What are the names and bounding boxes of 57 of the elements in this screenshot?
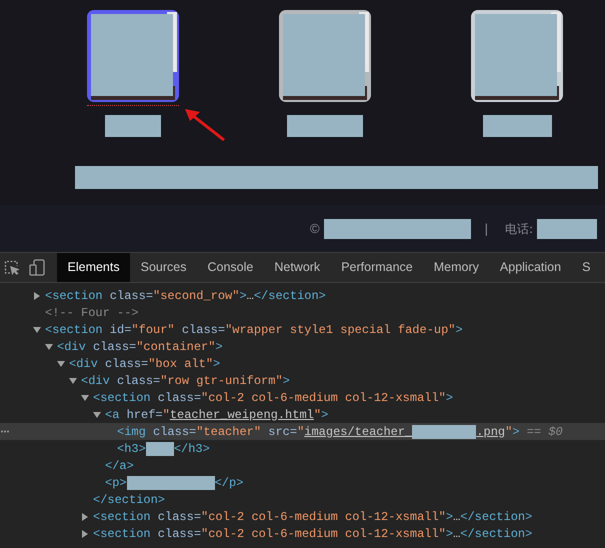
copyright-symbol: © — [310, 220, 320, 238]
phone-label: 电话: — [504, 220, 534, 238]
devtools-tab[interactable]: S — [572, 253, 601, 282]
expanded-caret-icon[interactable] — [93, 410, 101, 418]
redaction-block — [482, 115, 552, 137]
devtools-tab[interactable]: Sources — [130, 253, 197, 282]
tree-row[interactable]: <section class="col-2 col-6-medium col-12-xsmall">…</section> — [0, 525, 605, 542]
tree-row[interactable]: <h3> </h3> — [0, 440, 605, 457]
selected-tree-row[interactable]: <img class="teacher" src="images/teacher_ .png"> == $0 — [0, 423, 605, 440]
devtools-tab[interactable]: Elements — [57, 253, 130, 282]
code-line: <!-- Four --> — [45, 304, 139, 322]
tree-row[interactable]: <a href="teacher_weipeng.html"> — [0, 406, 605, 423]
more-dots-icon[interactable] — [1, 430, 9, 433]
redaction-block — [537, 218, 598, 238]
code-line: <a href="teacher_weipeng.html"> — [105, 406, 328, 424]
expanded-caret-icon[interactable] — [57, 360, 65, 368]
expanded-caret-icon[interactable] — [69, 376, 77, 384]
collapsed-caret-icon[interactable] — [33, 292, 41, 300]
code-line: </a> — [105, 458, 134, 474]
collapsed-caret-icon[interactable] — [81, 530, 89, 538]
device-toolbar-icon[interactable] — [29, 259, 45, 276]
tree-row[interactable]: <section class="col-2 col-6-medium col-12-xsmall">…</section> — [0, 508, 605, 525]
arrow-icon — [184, 107, 226, 141]
devtools-tab[interactable]: Console — [196, 253, 264, 282]
tree-row[interactable]: <section id="four" class="wrapper style1 special fade-up"> — [0, 321, 605, 338]
code-line: <p> </p> — [105, 474, 244, 492]
redaction-block — [105, 115, 161, 137]
tree-row[interactable]: <div class="container"> — [0, 338, 605, 355]
code-line: <div class="box alt"> — [69, 356, 220, 372]
tree-row[interactable]: <section class="col-2 col-6-medium col-12-xsmall"> — [0, 389, 605, 406]
tree-row[interactable]: <p> </p> — [0, 474, 605, 491]
code-line: <div class="row gtr-uniform"> — [81, 372, 290, 390]
devtools-tab[interactable]: Application — [489, 253, 572, 282]
code-line: <section id="four" class="wrapper style1 special fade-up"> — [45, 322, 463, 338]
devtools-tab[interactable]: Network — [264, 253, 331, 282]
tree-row[interactable]: <!-- Four --> — [0, 304, 605, 321]
tree-row[interactable]: <div class="box alt"> — [0, 355, 605, 372]
expanded-caret-icon[interactable] — [81, 394, 89, 402]
code-line: <section class="col-2 col-6-medium col-12-xsmall">…</section> — [93, 508, 532, 526]
code-line: <section class="col-2 col-6-medium col-12-xsmall"> — [93, 390, 454, 406]
devtools-tab[interactable]: Memory — [423, 253, 490, 282]
tree-row[interactable]: <div class="row gtr-uniform"> — [0, 372, 605, 389]
expanded-caret-icon[interactable] — [33, 326, 41, 334]
collapsed-caret-icon[interactable] — [81, 512, 89, 520]
code-line: <div class="container"> — [57, 338, 223, 356]
inspect-element-icon[interactable] — [4, 260, 19, 275]
code-line: <section class="second_row">…</section> — [45, 288, 326, 304]
code-line: <h3> </h3> — [117, 440, 210, 458]
code-line: </section> — [93, 492, 166, 508]
expanded-caret-icon[interactable] — [45, 342, 53, 350]
footer-separator: | — [484, 220, 488, 238]
code-line: <img class="teacher" src="images/teacher_ .png"> == $0 — [117, 424, 563, 440]
devtools-tab[interactable]: Performance — [330, 253, 424, 282]
tree-row[interactable]: <section class="second_row">…</section> — [0, 287, 605, 304]
redaction-block — [412, 424, 476, 438]
redaction-block — [146, 442, 174, 456]
code-line: <section class="col-2 col-6-medium col-12-xsmall">…</section> — [93, 526, 532, 542]
